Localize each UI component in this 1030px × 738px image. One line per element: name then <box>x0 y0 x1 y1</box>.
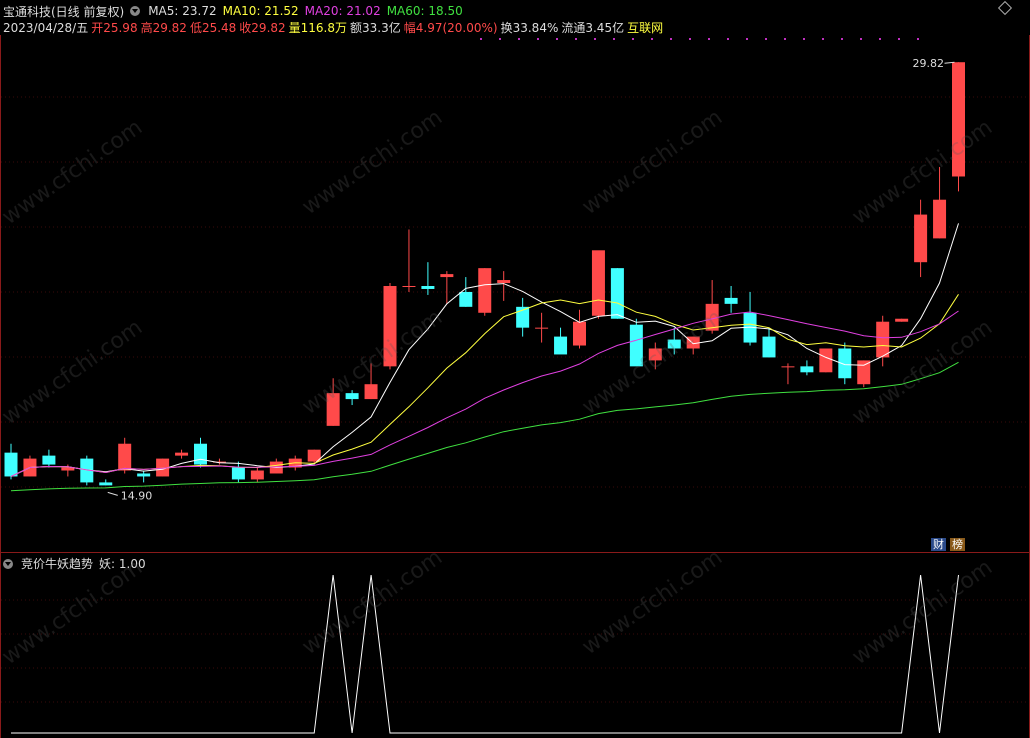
candle-body <box>440 274 454 278</box>
candle-body <box>610 268 624 319</box>
candle-body <box>42 455 56 465</box>
indicator-line <box>11 574 959 734</box>
candle-body <box>497 280 511 284</box>
candle-body <box>231 467 245 480</box>
marker-dot <box>651 38 653 40</box>
marker-dot <box>879 38 881 40</box>
candle-body <box>591 250 605 316</box>
marker-dot <box>917 38 919 40</box>
candle-body <box>573 321 586 346</box>
candle-body <box>933 199 947 239</box>
chart-header: 宝通科技(日线 前复权) MA5: 23.72 MA10: 21.52 MA20… <box>3 3 463 19</box>
candle-body <box>250 470 264 480</box>
candle-body <box>421 286 435 289</box>
marker-dot <box>556 38 558 40</box>
candle-body <box>819 348 833 373</box>
finance-tag[interactable]: 财 <box>931 538 946 551</box>
marker-dot <box>860 38 862 40</box>
candle-body <box>648 348 662 361</box>
marker-dot <box>727 38 729 40</box>
ma20-line <box>10 310 959 477</box>
marker-dot <box>841 38 843 40</box>
candle-body <box>99 482 113 486</box>
candle-body <box>118 443 132 471</box>
ma60-legend: MA60: 18.50 <box>386 4 463 18</box>
ma10-legend: MA10: 21.52 <box>222 4 299 18</box>
quote-change: 幅4.97(20.00%) <box>403 20 498 35</box>
quote-amount: 额33.3亿 <box>350 20 401 35</box>
marker-dot <box>803 38 805 40</box>
marker-dot <box>784 38 786 40</box>
quote-bar: 2023/04/28/五 开25.98 高29.82 低25.48 收29.82… <box>3 19 663 35</box>
candlestick-chart[interactable]: 29.82 14.90 <box>0 35 1030 552</box>
candle-body <box>345 393 359 400</box>
ma60-line <box>10 361 959 492</box>
candle-body <box>194 443 207 465</box>
stock-title[interactable]: 宝通科技(日线 前复权) <box>3 3 124 20</box>
candle-body <box>724 297 738 304</box>
ranking-tag[interactable]: 榜 <box>950 538 965 551</box>
marker-dot <box>613 38 615 40</box>
quote-close: 收29.82 <box>239 20 286 35</box>
quote-source[interactable]: 互联网 <box>627 19 663 36</box>
marker-dot <box>670 38 672 40</box>
ma5-legend: MA5: 23.72 <box>148 4 217 18</box>
candle-body <box>857 360 871 385</box>
quote-high: 高29.82 <box>140 20 187 35</box>
marker-dot <box>708 38 710 40</box>
candle-body <box>383 286 397 367</box>
ma5-line <box>10 223 959 477</box>
quote-turnover: 换33.84% <box>500 20 559 35</box>
candle-body <box>762 336 776 358</box>
marker-dot <box>765 38 767 40</box>
quote-volume: 量116.8万 <box>288 20 348 35</box>
diamond-icon[interactable] <box>997 0 1013 16</box>
candle-body <box>364 384 378 400</box>
candle-body <box>952 62 965 177</box>
candle-body <box>914 214 928 263</box>
quote-low: 低25.48 <box>189 20 237 35</box>
quote-float: 流通3.45亿 <box>561 20 625 35</box>
candle-body <box>459 291 473 307</box>
candle-body <box>781 366 795 368</box>
candle-body <box>478 268 492 313</box>
min-price-arrow <box>107 491 118 496</box>
ma10-line <box>10 294 959 477</box>
candle-body <box>4 452 18 477</box>
marker-dot <box>594 38 596 40</box>
dropdown-icon[interactable] <box>130 6 141 16</box>
candle-body <box>326 393 340 426</box>
candle-body <box>667 339 681 349</box>
marker-dot <box>822 38 824 40</box>
marker-dot <box>898 38 900 40</box>
quote-date: 2023/04/28/五 <box>3 20 89 35</box>
marker-dot <box>632 38 634 40</box>
candle-body <box>402 286 416 287</box>
max-price-label: 29.82 <box>913 57 945 70</box>
candle-body <box>895 318 909 322</box>
candle-body <box>800 366 814 373</box>
indicator-chart[interactable] <box>0 553 1030 738</box>
marker-dot <box>518 38 520 40</box>
candle-body <box>554 336 568 355</box>
candle-body <box>535 327 549 329</box>
quote-open: 开25.98 <box>91 20 138 35</box>
ma20-legend: MA20: 21.02 <box>304 4 381 18</box>
marker-dot <box>499 38 501 40</box>
marker-dot <box>575 38 577 40</box>
marker-dot <box>480 38 482 40</box>
marker-dot <box>689 38 691 40</box>
candle-body <box>137 473 151 477</box>
candle-body <box>629 324 643 367</box>
candle-body <box>175 452 189 456</box>
marker-dot <box>537 38 539 40</box>
marker-dot <box>746 38 748 40</box>
candle-body <box>876 321 890 358</box>
min-price-label: 14.90 <box>121 489 153 502</box>
